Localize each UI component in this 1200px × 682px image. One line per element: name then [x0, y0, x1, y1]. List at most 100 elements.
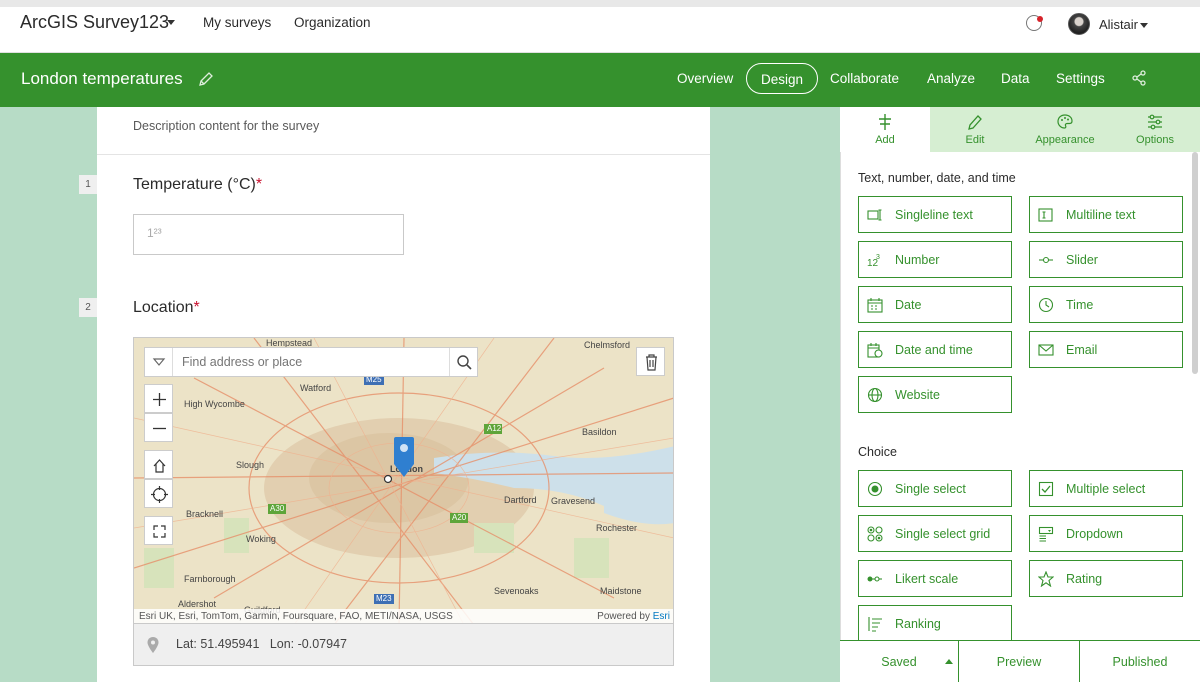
survey-header: London temperatures Overview Design Coll… [0, 53, 1200, 107]
question-number: 2 [79, 298, 97, 317]
zoom-in-button[interactable] [144, 384, 173, 413]
avatar[interactable] [1068, 13, 1090, 35]
user-name[interactable]: Alistair [1099, 17, 1138, 32]
location-map[interactable]: Hempstead Chelmsford Watford High Wycomb… [133, 337, 674, 624]
location-pin-icon[interactable] [392, 436, 416, 478]
nav-organization[interactable]: Organization [294, 15, 371, 30]
sliders-icon [1148, 114, 1162, 130]
add-date-button[interactable]: Date [858, 286, 1012, 323]
question-label-temperature[interactable]: Temperature (°C)* [133, 176, 262, 194]
chevron-up-icon[interactable] [945, 659, 953, 664]
panel-scrollbar[interactable] [1192, 152, 1198, 374]
add-rating-button[interactable]: Rating [1029, 560, 1183, 597]
location-marker-icon [147, 637, 159, 653]
powered-by[interactable]: Powered by Esri [597, 611, 670, 622]
tab-appearance-label: Appearance [1035, 134, 1095, 146]
map-label: Dartford [504, 495, 537, 505]
button-label: Dropdown [1066, 527, 1123, 541]
zoom-out-button[interactable] [144, 413, 173, 442]
required-marker: * [255, 176, 263, 193]
palette-icon [1057, 114, 1073, 129]
map-label: High Wycombe [184, 399, 245, 409]
multiline-text-icon [1038, 208, 1053, 222]
tab-overview[interactable]: Overview [677, 71, 733, 86]
button-label: Ranking [895, 617, 941, 631]
add-date-and-time-button[interactable]: Date and time [858, 331, 1012, 368]
tab-options[interactable]: Options [1110, 107, 1200, 152]
road-label: M23 [376, 594, 392, 603]
question-number: 1 [79, 175, 97, 194]
add-time-button[interactable]: Time [1029, 286, 1183, 323]
add-dropdown-button[interactable]: Dropdown [1029, 515, 1183, 552]
tab-edit-label: Edit [965, 134, 985, 146]
published-button[interactable]: Published [1080, 641, 1200, 682]
locate-button[interactable] [144, 479, 173, 508]
coordinates-bar: Lat: 51.495941 Lon: -0.07947 [133, 624, 674, 666]
tab-add[interactable]: Add [840, 107, 930, 152]
tab-collaborate[interactable]: Collaborate [830, 71, 899, 86]
brand-chevron-down-icon[interactable] [167, 20, 175, 25]
edit-title-pencil-icon[interactable] [198, 71, 214, 87]
button-label: Single select [895, 482, 966, 496]
button-label: Date and time [895, 343, 973, 357]
add-slider-button[interactable]: Slider [1029, 241, 1183, 278]
required-marker: * [193, 299, 200, 316]
map-label: Aldershot [178, 599, 217, 609]
button-label: Email [1066, 343, 1098, 357]
tab-edit[interactable]: Edit [930, 107, 1020, 152]
add-website-button[interactable]: Website [858, 376, 1012, 413]
minus-icon [153, 427, 166, 430]
question-label-location[interactable]: Location* [133, 299, 200, 317]
road-label: A12 [487, 424, 502, 433]
nav-my-surveys[interactable]: My surveys [203, 15, 271, 30]
user-chevron-down-icon[interactable] [1140, 23, 1148, 28]
tab-analyze[interactable]: Analyze [927, 71, 975, 86]
saved-status[interactable]: Saved [840, 641, 959, 682]
ranking-icon [868, 617, 882, 632]
clear-location-button[interactable] [636, 347, 665, 376]
share-icon[interactable] [1131, 70, 1147, 86]
tab-appearance[interactable]: Appearance [1020, 107, 1110, 152]
add-likert-scale-button[interactable]: Likert scale [858, 560, 1012, 597]
star-icon [1038, 571, 1054, 587]
home-button[interactable] [144, 450, 173, 479]
add-multiline-text-button[interactable]: Multiline text [1029, 196, 1183, 233]
temperature-number-input[interactable]: 1²³ [133, 214, 404, 255]
pencil-icon [968, 115, 982, 130]
esri-link[interactable]: Esri [653, 611, 670, 622]
fullscreen-button[interactable] [144, 516, 173, 545]
coordinates-text: Lat: 51.495941 Lon: -0.07947 [176, 637, 347, 651]
button-label: Singleline text [895, 208, 973, 222]
add-email-button[interactable]: Email [1029, 331, 1183, 368]
preview-button[interactable]: Preview [959, 641, 1080, 682]
app-brand[interactable]: ArcGIS Survey123 [20, 12, 169, 33]
button-label: Rating [1066, 572, 1103, 586]
chevron-down-icon [152, 358, 166, 366]
button-label: Likert scale [895, 572, 959, 586]
tab-design[interactable]: Design [746, 63, 819, 94]
add-number-button[interactable]: 12 3 Number [858, 241, 1012, 278]
search-source-dropdown[interactable] [145, 348, 173, 376]
number-placeholder: 1²³ [147, 226, 162, 240]
road-label: A20 [452, 513, 467, 522]
calendar-icon [867, 298, 883, 313]
map-label: Basildon [582, 427, 617, 437]
add-multiple-select-button[interactable]: Multiple select [1029, 470, 1183, 507]
tab-add-label: Add [875, 134, 895, 146]
map-label: Watford [300, 383, 332, 393]
add-singleline-text-button[interactable]: Singleline text [858, 196, 1012, 233]
button-label: Single select grid [895, 527, 991, 541]
map-search-button[interactable] [449, 348, 478, 376]
globe-icon [867, 387, 883, 403]
question-label-text: Temperature (°C) [133, 176, 256, 193]
add-ranking-button[interactable]: Ranking [858, 605, 1012, 642]
question-label-text: Location [133, 299, 194, 316]
tab-data[interactable]: Data [1001, 71, 1030, 86]
add-single-select-button[interactable]: Single select [858, 470, 1012, 507]
map-search-input[interactable] [182, 355, 442, 369]
tab-settings[interactable]: Settings [1056, 71, 1105, 86]
map-label: Gravesend [551, 496, 596, 506]
add-single-select-grid-button[interactable]: Single select grid [858, 515, 1012, 552]
search-icon [457, 355, 472, 370]
survey-description[interactable]: Description content for the survey [133, 119, 319, 133]
